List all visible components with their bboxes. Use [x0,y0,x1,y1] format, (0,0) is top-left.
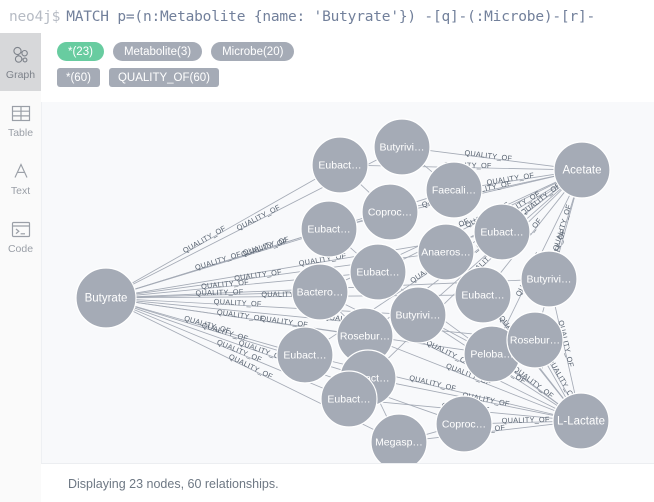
edge-label: QUALITY_OF [195,287,243,297]
neo4j-browser-result-frame: neo4j$ MATCH p=(n:Metabolite {name: 'But… [0,0,654,502]
graph-node[interactable]: Butyrate [75,267,137,329]
node-circle[interactable] [320,370,378,428]
graph-node[interactable]: Eubact… [454,266,512,324]
node-circle[interactable] [370,413,428,463]
graph-node[interactable]: Megasp… [370,413,428,463]
node-circle[interactable] [389,286,447,344]
query-text: MATCH p=(n:Metabolite {name: 'Butyrate'}… [66,8,596,25]
legend-chip-quality-of[interactable]: QUALITY_OF(60) [108,68,219,87]
graph-node[interactable]: L-Lactate [552,392,610,450]
sidebar-item-graph[interactable]: Graph [0,33,41,91]
node-circle[interactable] [291,263,349,321]
status-text: Displaying 23 nodes, 60 relationships. [68,476,279,491]
status-bar: Displaying 23 nodes, 60 relationships. [41,463,654,502]
graph-node[interactable]: Rosebur… [506,311,564,369]
graph-visualization[interactable]: QUALITY_OFQUALITY_OFQUALITY_OFQUALITY_OF… [42,102,654,463]
node-circle[interactable] [425,161,483,219]
view-mode-sidebar: Graph Table Text Code [0,33,42,502]
graph-edge[interactable] [379,403,388,417]
graph-node[interactable]: Eubact… [300,200,358,258]
legend-pill-metabolite[interactable]: Metabolite(3) [112,42,203,61]
graph-node[interactable]: Bactero… [291,263,349,321]
node-circle[interactable] [454,266,512,324]
sidebar-item-code[interactable]: Code [0,207,41,265]
edge-label: QUALITY_OF [235,202,282,232]
graph-node[interactable]: Anaeros… [417,223,475,281]
legend-chip-all-relationships[interactable]: *(60) [57,68,100,87]
edge-label: QUALITY_OF [216,307,265,323]
node-circle[interactable] [300,200,358,258]
graph-edge[interactable] [360,183,370,194]
sidebar-item-text-label: Text [10,185,31,198]
graph-node[interactable]: Butyrivi… [389,286,447,344]
node-circle[interactable] [473,203,531,261]
graph-node[interactable]: Eubact… [311,136,369,194]
node-circle[interactable] [361,183,419,241]
edge-label: QUALITY_OF [408,373,457,393]
edge-label: QUALITY_OF [214,297,263,309]
node-circle[interactable] [349,243,407,301]
query-prompt: neo4j$ [9,8,61,25]
graph-edge[interactable] [423,164,433,173]
node-circle[interactable] [373,118,431,176]
legend-relationship-row: *(60) QUALITY_OF(60) [57,68,654,87]
table-icon [11,101,31,125]
code-icon [11,217,31,241]
node-circle[interactable] [553,141,611,199]
graph-node[interactable]: Eubact… [320,370,378,428]
legend-node-row: *(23) Metabolite(3) Microbe(20) [57,42,654,61]
node-circle[interactable] [75,267,137,329]
graph-icon [11,43,31,67]
graph-node[interactable]: Eubact… [349,243,407,301]
node-circle[interactable] [417,223,475,281]
edge-label: QUALITY_OF [194,249,243,272]
query-bar[interactable]: neo4j$ MATCH p=(n:Metabolite {name: 'But… [0,0,654,34]
node-circle[interactable] [506,311,564,369]
node-circle[interactable] [311,136,369,194]
text-icon [11,159,31,183]
graph-node[interactable]: Eubact… [473,203,531,261]
graph-node[interactable]: Coproc… [435,395,493,453]
node-circle[interactable] [520,250,578,308]
graph-node[interactable]: Butyrivi… [373,118,431,176]
graph-node[interactable]: Acetate [553,141,611,199]
node-circle[interactable] [435,395,493,453]
edge-label: QUALITY_OF [240,236,289,259]
graph-node[interactable]: Butyrivi… [520,250,578,308]
legend-pill-all-nodes[interactable]: *(23) [57,42,104,61]
sidebar-item-graph-label: Graph [5,69,36,82]
graph-edge[interactable] [349,247,358,254]
graph-node[interactable]: Coproc… [361,183,419,241]
node-circle[interactable] [552,392,610,450]
sidebar-item-table[interactable]: Table [0,91,41,149]
graph-canvas[interactable]: QUALITY_OF QUALITY_OF QUALITY_OF QUALITY_OF… [41,102,654,463]
graph-edge[interactable] [425,431,438,435]
legend-pill-microbe[interactable]: Microbe(20) [211,42,295,61]
graph-node[interactable]: Eubact… [276,326,334,384]
node-circle[interactable] [276,326,334,384]
sidebar-item-code-label: Code [7,243,34,256]
edge-label: QUALITY_OF [502,415,550,425]
graph-node[interactable]: Faecali… [425,161,483,219]
sidebar-item-text[interactable]: Text [0,149,41,207]
sidebar-item-table-label: Table [7,127,34,140]
legend-panel: *(23) Metabolite(3) Microbe(20) *(60) QU… [41,33,654,102]
